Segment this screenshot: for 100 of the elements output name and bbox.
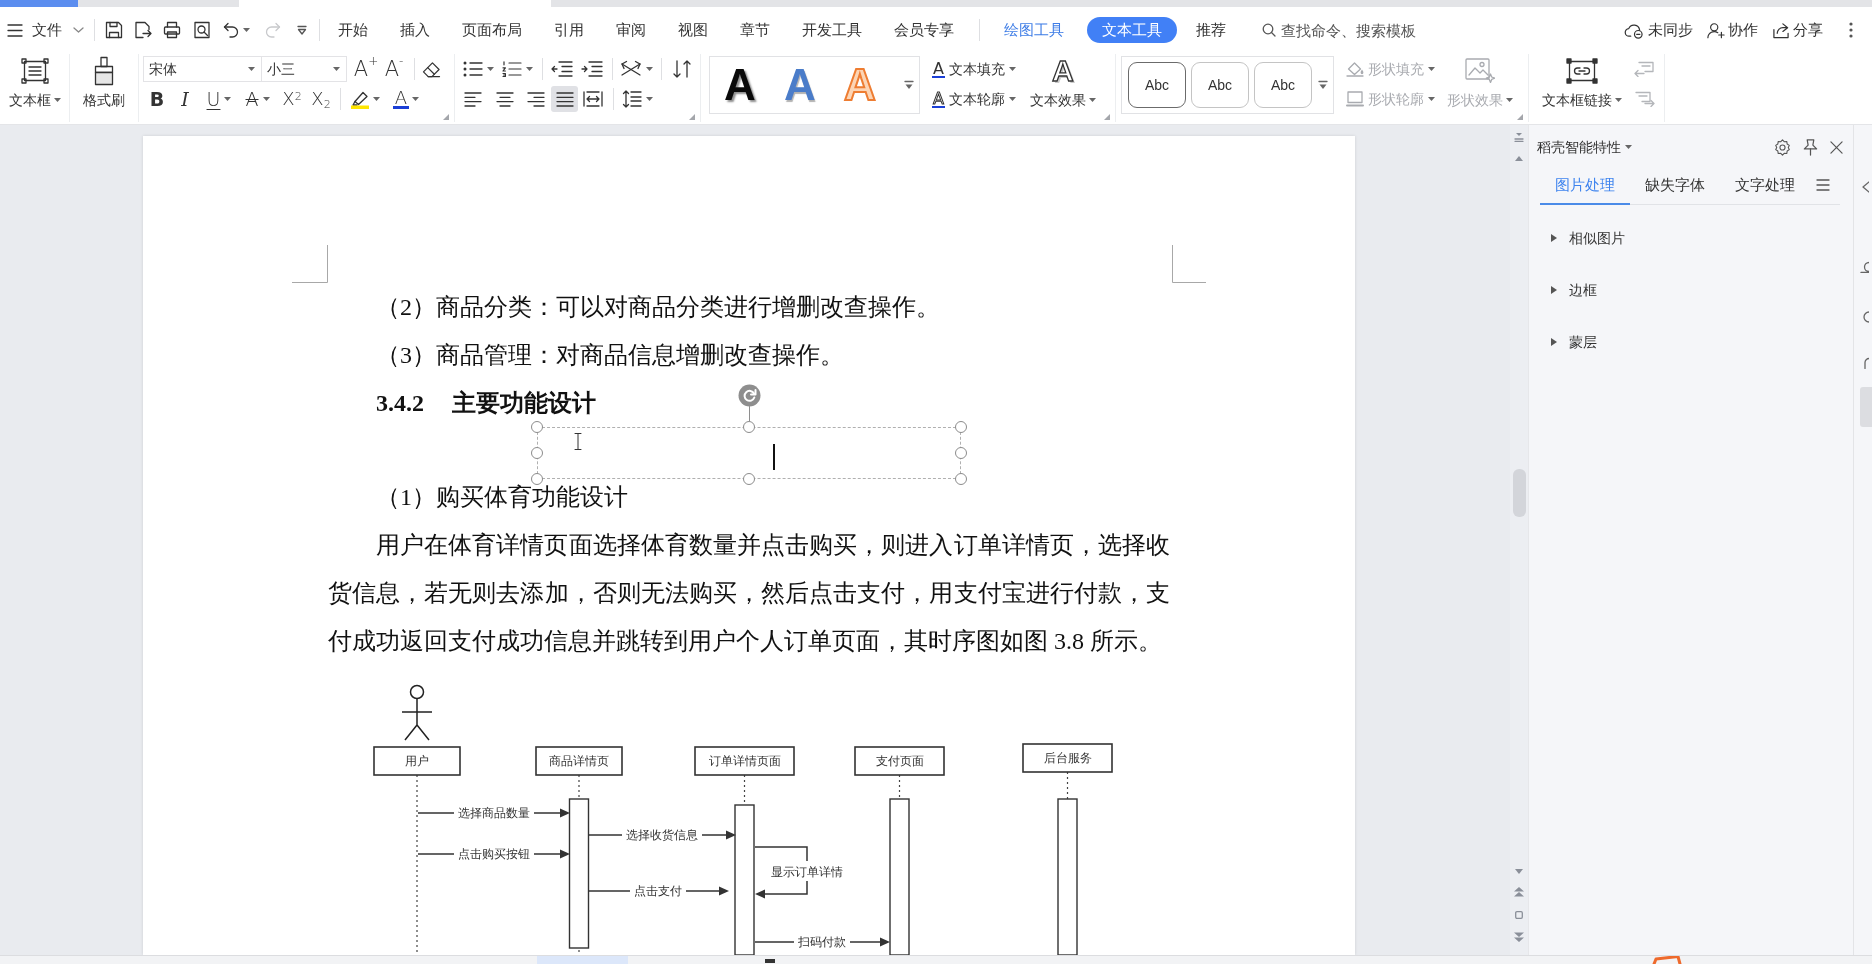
menu-tab[interactable]: 文本工具 [1087,17,1177,43]
message-label: 点击购买按钮 [458,847,530,861]
pin-icon[interactable] [1802,139,1819,156]
font-color-button[interactable]: A [389,86,423,112]
more-vertical-icon[interactable] [1849,22,1853,38]
menu-tab[interactable]: 绘图工具 [989,17,1079,43]
sidebar-icon[interactable] [1860,311,1869,323]
subscript-button[interactable]: X$_{2}$ [308,86,334,112]
share-button[interactable]: 分享 [1772,21,1823,39]
panel-tab[interactable]: 图片处理 [1540,170,1630,205]
menu-icon[interactable] [1816,179,1830,191]
art-text-style[interactable]: A [710,58,770,112]
font-name-field[interactable]: 宋体 [143,56,262,82]
panel-tab[interactable]: 缺失字体 [1630,170,1720,205]
scroll-up-icon[interactable] [1515,156,1523,161]
menu-tab[interactable]: 推荐 [1181,17,1241,43]
shape-style[interactable]: Abc [1128,62,1186,108]
grow-font-button[interactable]: A$^{+}$ [352,56,380,82]
status-icon [765,959,775,963]
self-message-arrow [754,846,808,899]
caret-icon [526,67,533,71]
square-outline-icon [1346,91,1364,107]
split-view-icon[interactable] [1514,132,1524,142]
customize-arrow-icon[interactable] [297,25,307,35]
sidebar-icon[interactable] [1860,261,1869,273]
underline-button[interactable]: U [201,86,237,112]
gallery-more-icon[interactable] [1318,80,1328,90]
caret-icon [1008,97,1016,101]
font-size-field[interactable]: 小三 [262,56,347,82]
menu-tab[interactable]: 引用 [539,17,599,43]
caret-icon [487,67,494,71]
distributed-icon [583,91,603,107]
undo-icon [223,22,239,38]
panel-section-header[interactable]: 蒙层 [1529,316,1597,368]
search-field[interactable]: 查找命令、搜索模板 [1281,19,1431,41]
caret-icon [373,97,380,101]
text-fill-button[interactable]: A 文本填充 [930,56,1018,82]
text-effect-button[interactable]: A 文本效果 [1025,56,1100,114]
menu-tab[interactable]: 章节 [725,17,785,43]
italic-button[interactable]: I [175,86,195,112]
eraser-icon[interactable] [422,60,441,78]
settings-icon[interactable] [1774,139,1791,156]
shape-style[interactable]: Abc [1254,62,1312,108]
heading-text: 主要功能设计 [452,391,596,415]
bold-button[interactable]: B [145,86,169,112]
menu-tab[interactable]: 会员专享 [879,17,969,43]
resize-handle[interactable] [531,473,543,485]
justify-button[interactable] [551,86,578,112]
sidebar-icon[interactable] [1860,181,1869,193]
resize-handle[interactable] [743,473,755,485]
paint-bucket-icon [1346,61,1364,77]
close-icon[interactable] [1830,141,1843,154]
panel-title-dropdown[interactable]: 稻壳智能特性 [1537,139,1632,156]
picture-sparkle-icon [1465,58,1495,84]
printer-icon[interactable] [163,21,181,39]
message-label: 选择收货信息 [626,828,698,842]
browse-object-icon[interactable] [1515,911,1523,919]
resize-handle[interactable] [531,421,543,433]
menu-tab[interactable]: 视图 [663,17,723,43]
file-menu-button[interactable]: 文件 [7,21,84,39]
panel-tab[interactable]: 文字处理 [1720,170,1810,205]
menu-tab[interactable]: 审阅 [601,17,661,43]
file-export-icon[interactable] [134,21,152,39]
shape-style[interactable]: Abc [1191,62,1249,108]
body-paragraph: 用户在体育详情页面选择体育数量并点击购买，则进入订单详情页，选择收货信息，若无则去添加，否则无法购买，然后点击支付，用支付宝进行付款，支付成功返回支付成功信息并跳转到用户个人订单页面，其时序图如图 3.8 所示。 [328,531,1170,656]
format-painter-button[interactable]: 格式刷 [79,56,129,114]
shrink-font-button[interactable]: A$^{-}$ [380,56,408,82]
caret-icon [645,67,653,71]
menu-tab[interactable]: 开发工具 [787,17,877,43]
resize-handle[interactable] [743,421,755,433]
collaborate-button[interactable]: 协作 [1707,21,1758,39]
scroll-down-icon[interactable] [1515,869,1523,874]
participant-box: 用户 [373,746,461,776]
sort-icon [673,60,691,78]
panel-section-header[interactable]: 边框 [1529,264,1597,316]
menu-tab[interactable]: 开始 [323,17,383,43]
superscript-button[interactable]: X$^{2}$ [278,86,306,112]
scrollbar-thumb[interactable] [1512,469,1526,517]
menu-tab[interactable]: 插入 [385,17,445,43]
next-page-icon[interactable] [1514,932,1524,942]
text-outline-button[interactable]: A 文本轮廓 [930,86,1018,112]
resize-handle[interactable] [531,447,543,459]
message-label: 选择商品数量 [458,806,530,820]
text-box-button[interactable]: 文本框 [4,56,65,114]
panel-section-header[interactable]: 相似图片 [1529,212,1625,264]
undo-button[interactable] [223,22,250,38]
list-item-text: （2）商品分类：可以对商品分类进行增删改查操作。 [376,295,940,319]
save-icon[interactable] [105,21,123,39]
print-preview-icon[interactable] [193,21,211,39]
strikethrough-button[interactable]: A [240,86,275,112]
resize-handle[interactable] [955,473,967,485]
sync-status-button[interactable]: 未同步 [1624,21,1693,39]
rotate-handle-icon[interactable] [738,384,761,421]
resize-handle[interactable] [955,447,967,459]
text-box-link-button[interactable]: 文本框链接 [1538,56,1626,114]
menu-tab[interactable]: 页面布局 [447,17,537,43]
art-text-style[interactable]: A [770,58,830,112]
previous-page-icon[interactable] [1514,887,1524,897]
resize-handle[interactable] [955,421,967,433]
gallery-more-icon[interactable] [904,80,914,90]
